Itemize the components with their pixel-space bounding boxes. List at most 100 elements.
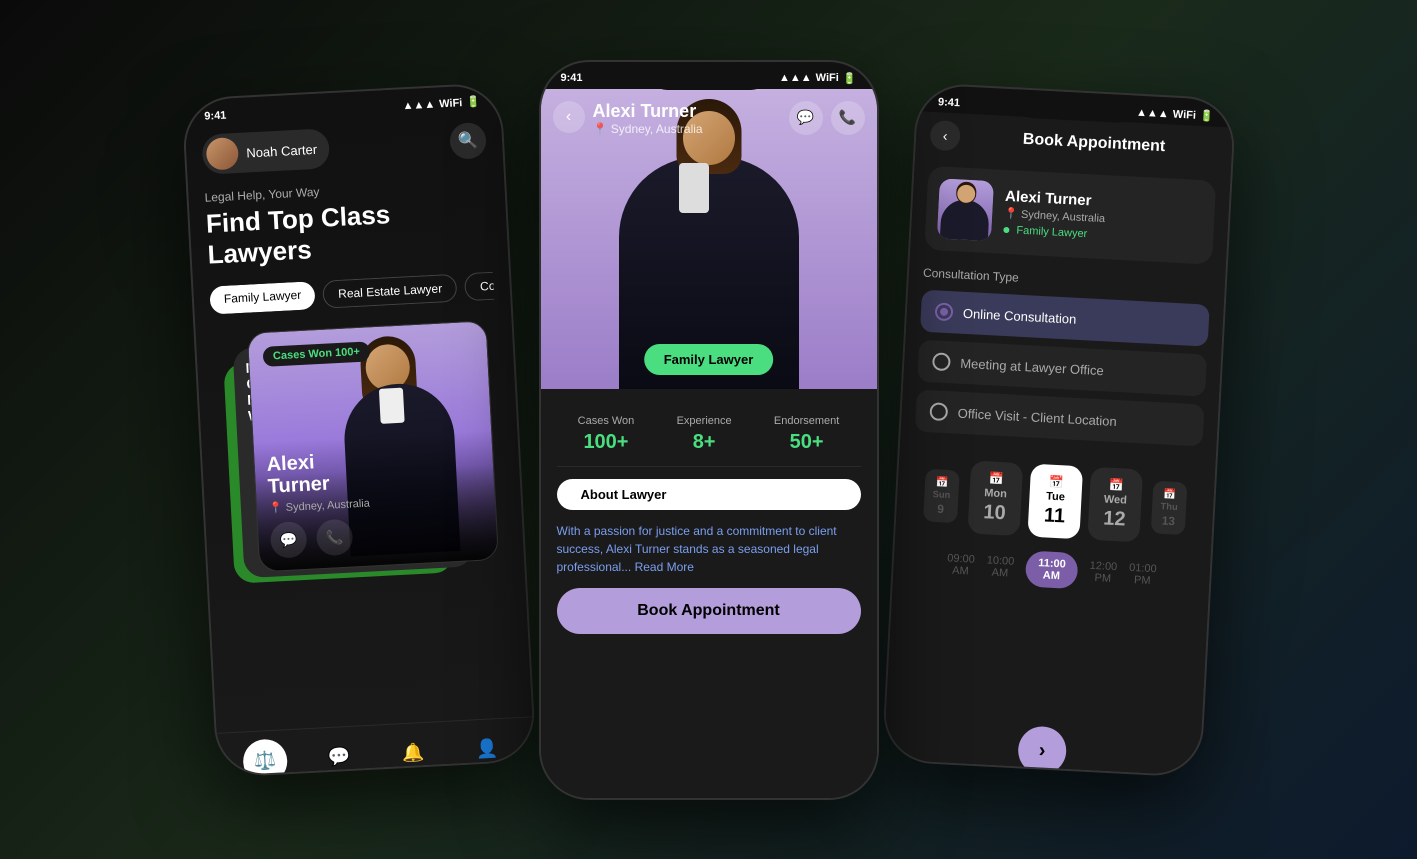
message-button[interactable]: 💬 [269, 521, 307, 559]
spec-dot [1003, 226, 1009, 232]
filter-corp[interactable]: Corp... [464, 272, 494, 301]
time-12pm[interactable]: 12:00PM [1088, 559, 1117, 584]
signal-icon: ▲▲▲ [402, 98, 435, 112]
option-client[interactable]: Office Visit - Client Location [914, 389, 1204, 446]
p2-content: Cases Won 100+ Experience 8+ Endorsement… [541, 389, 877, 648]
radio-online [934, 302, 953, 321]
stats-bar: Cases Won 100+ Experience 8+ Endorsement… [557, 403, 861, 467]
user-pill[interactable]: Noah Carter [201, 128, 330, 175]
collar [378, 388, 404, 424]
day-num-tue: 11 [1033, 503, 1074, 528]
action-buttons: 💬 📞 [269, 511, 485, 558]
time-9am[interactable]: 09:00AM [946, 552, 975, 577]
day-thu[interactable]: 📅 Thu 13 [1150, 480, 1187, 534]
day-name-thu: Thu [1155, 500, 1183, 512]
day-icon-thu: 📅 [1155, 487, 1183, 500]
phone-1: 9:41 ▲▲▲ WiFi 🔋 Noah Carter 🔍 Legal Help… [181, 82, 536, 778]
phone-3: 9:41 ▲▲▲ WiFi 🔋 ‹ Book Appointment Alexi… [881, 82, 1236, 778]
collar-full [679, 163, 709, 213]
nav-home[interactable]: ⚖️ [242, 737, 288, 777]
filter-bar: Family Lawyer Real Estate Lawyer Corp... [209, 272, 494, 315]
day-icon-tue: 📅 [1035, 473, 1076, 489]
bio-text: With a passion for justice and a commitm… [557, 522, 861, 576]
book-appointment-btn[interactable]: Book Appointment [557, 588, 861, 634]
nav-profile[interactable]: 👤 [463, 726, 509, 772]
notch-2 [649, 62, 769, 90]
p3-spec-text: Family Lawyer [1016, 224, 1087, 240]
book-appt-title: Book Appointment [969, 127, 1218, 158]
next-button[interactable]: › [1016, 725, 1066, 775]
nav-chat[interactable]: 💬 [315, 733, 361, 777]
p2-header-buttons: 💬 📞 [789, 101, 865, 135]
avatar [205, 136, 239, 170]
stat-cases-label: Cases Won [578, 415, 635, 427]
stat-exp-value: 8+ [677, 431, 732, 454]
day-sun[interactable]: 📅 Sun 9 [923, 468, 960, 522]
day-num-sun: 9 [926, 500, 954, 515]
back-button-2[interactable]: ‹ [553, 101, 585, 133]
lawyer-name: AlexiTurner [266, 443, 482, 498]
p2-lawyer-name: Alexi Turner [593, 101, 703, 122]
stat-cases-value: 100+ [578, 431, 635, 454]
p2-lawyer-loc: 📍 Sydney, Australia [593, 122, 703, 136]
p3-lawyer-thumb [936, 178, 993, 241]
day-name-wed: Wed [1095, 493, 1136, 507]
p1-header: Noah Carter 🔍 [201, 119, 487, 174]
card-info: AlexiTurner 📍 Sydney, Australia 💬 📞 [253, 430, 497, 571]
nav-bell[interactable]: 🔔 [389, 729, 435, 775]
time-2: 9:41 [561, 72, 583, 84]
back-button-3[interactable]: ‹ [929, 119, 961, 151]
stat-end: Endorsement 50+ [774, 415, 839, 454]
day-mon[interactable]: 📅 Mon 10 [967, 460, 1023, 536]
notch-3 [1015, 89, 1136, 123]
status-icons-3: ▲▲▲ WiFi 🔋 [1135, 105, 1213, 122]
time-10am[interactable]: 10:00AM [985, 554, 1014, 579]
option-online[interactable]: Online Consultation [919, 289, 1209, 346]
day-name-mon: Mon [975, 486, 1016, 500]
thumb-robe [939, 198, 989, 240]
stat-end-label: Endorsement [774, 415, 839, 427]
p2-message-btn[interactable]: 💬 [789, 101, 823, 135]
calendar-area: 📅 Sun 9 📅 Mon 10 📅 Tue 11 📅 Wed [904, 447, 1201, 642]
signal-icon-2: ▲▲▲ [779, 72, 812, 84]
notch-1 [281, 89, 402, 123]
day-tue[interactable]: 📅 Tue 11 [1027, 463, 1083, 539]
day-icon-wed: 📅 [1095, 477, 1136, 493]
day-name-sun: Sun [927, 488, 955, 500]
avatar-img [205, 136, 239, 170]
p3-lawyer-info: Alexi Turner 📍 Sydney, Australia Family … [1003, 187, 1203, 245]
wifi-icon-2: WiFi [816, 72, 839, 84]
time-1pm[interactable]: 01:00PM [1128, 561, 1157, 586]
filter-family-lawyer[interactable]: Family Lawyer [209, 281, 316, 314]
card-front[interactable]: Cases Won 100+ [246, 320, 498, 572]
time-11am[interactable]: 11:00AM [1025, 550, 1078, 589]
filter-real-estate[interactable]: Real Estate Lawyer [322, 274, 457, 309]
option-client-label: Office Visit - Client Location [957, 405, 1117, 428]
day-wed[interactable]: 📅 Wed 12 [1087, 466, 1143, 542]
battery-icon-2: 🔋 [843, 72, 857, 85]
bottom-nav: ⚖️ 💬 🔔 👤 [216, 716, 535, 778]
cases-count: 100+ [334, 346, 359, 359]
signal-icon-3: ▲▲▲ [1135, 106, 1168, 120]
about-lawyer-btn[interactable]: About Lawyer [557, 479, 861, 510]
thumb-head [956, 184, 975, 203]
p3-header: ‹ Book Appointment [929, 119, 1218, 164]
time-slots: 09:00AM 10:00AM 11:00AM 12:00PM 01:00PM [906, 544, 1195, 595]
stat-cases: Cases Won 100+ [578, 415, 635, 454]
day-icon-sun: 📅 [928, 475, 956, 488]
option-office[interactable]: Meeting at Lawyer Office [917, 339, 1207, 396]
radio-office [931, 352, 950, 371]
day-icon-mon: 📅 [976, 470, 1017, 486]
battery-icon-3: 🔋 [1199, 108, 1213, 122]
p2-call-btn[interactable]: 📞 [831, 101, 865, 135]
phone-2-screen: ‹ Alexi Turner 📍 Sydney, Australia 💬 📞 F… [541, 89, 877, 800]
search-button[interactable]: 🔍 [449, 121, 487, 159]
user-name: Noah Carter [245, 141, 317, 160]
p3-lawyer-card: Alexi Turner 📍 Sydney, Australia Family … [924, 165, 1216, 264]
read-more-link[interactable]: Read More [635, 560, 694, 574]
day-num-mon: 10 [973, 500, 1014, 525]
phone-button[interactable]: 📞 [315, 518, 353, 556]
stat-exp: Experience 8+ [677, 415, 732, 454]
hero-image: ‹ Alexi Turner 📍 Sydney, Australia 💬 📞 F… [541, 89, 877, 389]
stat-exp-label: Experience [677, 415, 732, 427]
